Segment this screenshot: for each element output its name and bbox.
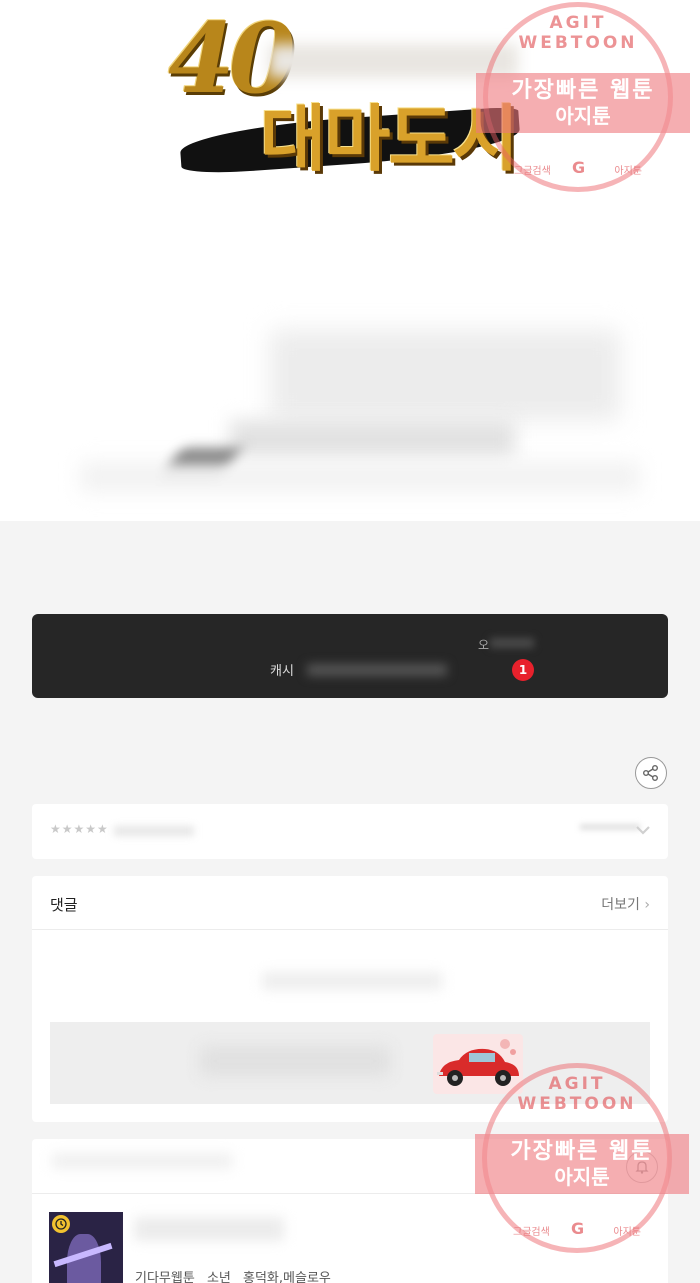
watermark-ring-text: AGIT WEBTOON bbox=[517, 1074, 637, 1114]
comments-more-link[interactable]: 더보기 › bbox=[601, 894, 650, 914]
watermark-stamp: AGIT WEBTOON 가장빠른 웹툰 아지툰 그글검색 아지툰 G bbox=[475, 1063, 689, 1253]
blurred-image-area bbox=[80, 462, 640, 492]
small-label: 오 bbox=[478, 638, 490, 652]
google-icon: G bbox=[572, 158, 586, 177]
watermark-line2: 아지툰 bbox=[555, 104, 611, 128]
blurred-ad-text bbox=[200, 1046, 390, 1076]
notification-badge: 1 bbox=[512, 659, 534, 681]
share-icon bbox=[643, 765, 658, 781]
cash-label: 캐시 bbox=[270, 664, 294, 679]
watermark-foot-right: 아지툰 bbox=[613, 1227, 641, 1238]
blurred-text bbox=[490, 638, 534, 648]
chevron-down-icon[interactable] bbox=[634, 822, 652, 838]
watermark-foot-left: 그글검색 bbox=[513, 1227, 550, 1238]
watermark-line2: 아지툰 bbox=[554, 1165, 610, 1189]
watermark-band: 가장빠른 웹툰 아지툰 bbox=[476, 73, 690, 133]
clock-icon bbox=[52, 1215, 70, 1233]
rating-card[interactable]: ★★★★★ bbox=[32, 804, 668, 859]
blurred-text bbox=[262, 972, 442, 990]
blurred-text bbox=[52, 1153, 232, 1169]
watermark-ring-text: AGIT WEBTOON bbox=[518, 13, 638, 53]
blurred-text bbox=[307, 664, 447, 676]
watermark-stamp: AGIT WEBTOON 가장빠른 웹툰 아지툰 그글검색 아지툰 G bbox=[476, 2, 690, 192]
meta-category: 기다무웹툰 bbox=[135, 1271, 195, 1283]
blurred-title bbox=[134, 1217, 284, 1241]
divider bbox=[32, 929, 668, 930]
comments-title: 댓글 bbox=[50, 896, 78, 914]
blurred-text bbox=[580, 824, 640, 830]
star-rating[interactable]: ★★★★★ bbox=[50, 822, 109, 836]
meta-authors: 홍덕화,메슬로우 bbox=[243, 1271, 331, 1283]
webtoon-thumbnail[interactable] bbox=[49, 1212, 123, 1283]
cash-bar[interactable]: 오 캐시 1 bbox=[32, 614, 668, 698]
watermark-line1: 가장빠른 웹툰 bbox=[510, 1139, 654, 1164]
google-icon: G bbox=[571, 1219, 585, 1238]
series-logo: 40 대마도시 bbox=[168, 0, 528, 190]
watermark-foot-left: 그글검색 bbox=[514, 166, 551, 177]
blurred-text bbox=[114, 826, 194, 836]
chevron-right-icon: › bbox=[644, 897, 650, 913]
share-button[interactable] bbox=[635, 757, 667, 789]
meta-genre: 소년 bbox=[206, 1271, 231, 1283]
watermark-foot-right: 아지툰 bbox=[614, 166, 642, 177]
watermark-line1: 가장빠른 웹툰 bbox=[511, 78, 655, 103]
more-label: 더보기 bbox=[601, 897, 640, 913]
webtoon-meta: 기다무웹툰 소년 홍덕화,메슬로우 bbox=[135, 1267, 339, 1283]
blurred-image-area bbox=[270, 330, 620, 420]
blurred-image-area bbox=[230, 420, 515, 458]
watermark-band: 가장빠른 웹툰 아지툰 bbox=[475, 1134, 689, 1194]
